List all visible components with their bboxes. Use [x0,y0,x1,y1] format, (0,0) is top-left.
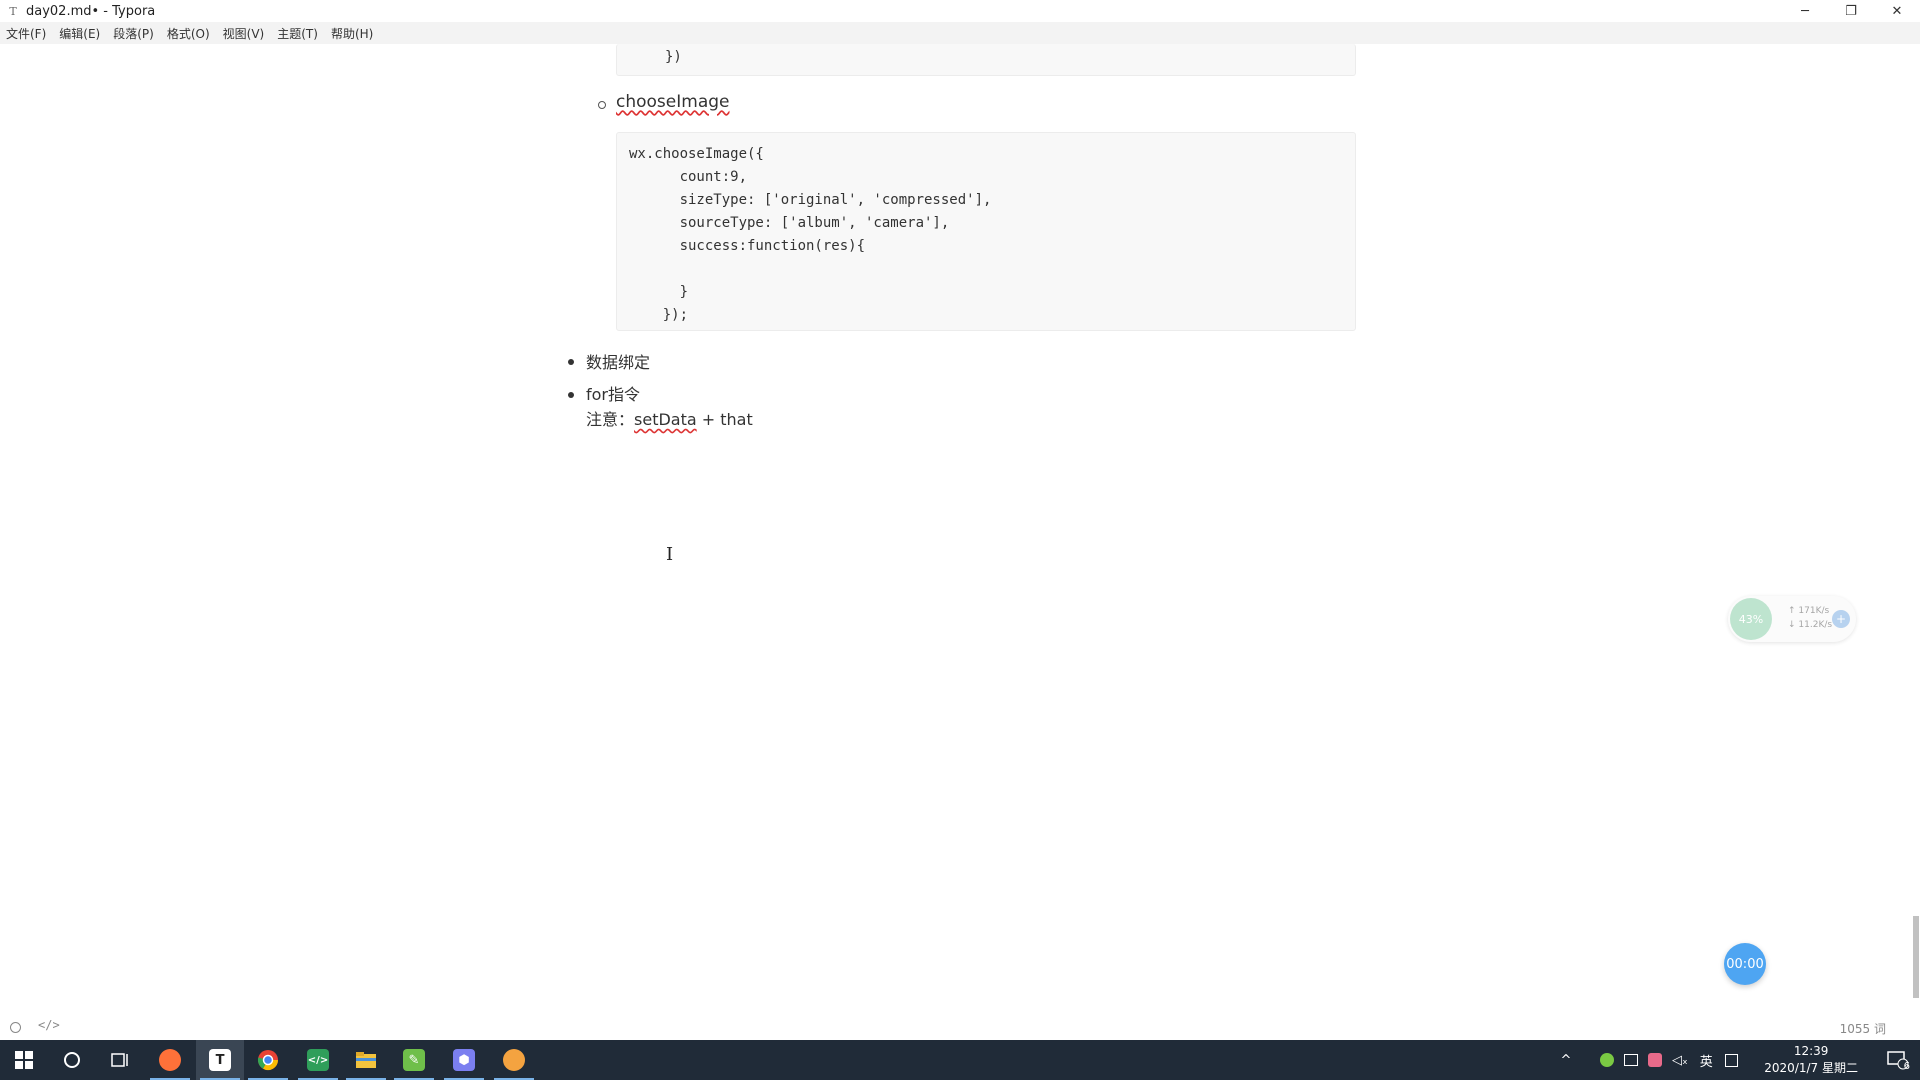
chevron-up-icon: ^ [1560,1052,1572,1068]
windows-logo-icon [15,1051,33,1069]
note-line[interactable]: 注意：setData + that [586,406,753,430]
restore-button[interactable]: ❐ [1828,0,1874,22]
vertical-scrollbar[interactable] [1910,44,1920,1014]
file-explorer-icon [356,1052,376,1068]
menu-paragraph[interactable]: 段落(P) [113,25,154,42]
task-view-icon [111,1053,128,1067]
cortana-circle-icon [64,1052,80,1068]
ime-language-indicator[interactable]: 英 [1700,1051,1713,1070]
taskbar-app-code-editor[interactable]: </> [294,1040,342,1080]
code-block-chooseimage[interactable]: wx.chooseImage({ count:9, sizeType: ['or… [616,132,1356,331]
menu-file[interactable]: 文件(F) [6,25,46,42]
tray-icons: ◁ₓ 英 [1600,1040,1738,1080]
taskbar-app-hex[interactable]: ⬢ [440,1040,488,1080]
window-controls: ─ ❐ ✕ [1782,0,1920,22]
window-title: day02.md• - Typora [26,3,156,19]
firefox-icon [159,1049,181,1071]
network-speed-widget[interactable]: 43% ↑ 171K/s ↓ 11.2K/s + [1728,596,1856,642]
upload-speed: ↑ 171K/s [1788,606,1830,616]
note-code: setData [634,410,697,429]
list-bullet [568,359,574,365]
start-button[interactable] [0,1040,48,1080]
code-main-text: wx.chooseImage({ count:9, sizeType: ['or… [629,146,992,323]
typora-icon: T [209,1049,231,1071]
code-top-text: }) [665,49,682,65]
menu-edit[interactable]: 编辑(E) [59,25,100,42]
search-button[interactable] [48,1040,96,1080]
memory-usage-indicator: 43% [1730,598,1772,640]
taskbar-app-firefox[interactable] [146,1040,194,1080]
network-icon[interactable] [1624,1054,1638,1066]
taskbar-app-file-explorer[interactable] [342,1040,390,1080]
sub-list-bullet [598,101,606,109]
plus-icon[interactable]: + [1832,610,1850,628]
notepad-icon: ✎ [403,1049,425,1071]
chrome-icon [257,1050,279,1071]
close-button[interactable]: ✕ [1874,0,1920,22]
timer-bubble[interactable]: 00:00 [1724,943,1766,985]
menu-view[interactable]: 视图(V) [223,25,265,42]
menu-theme[interactable]: 主题(T) [277,25,318,42]
app-hex-icon: ⬢ [453,1049,475,1071]
list-item-data-binding[interactable]: 数据绑定 [586,349,650,373]
menu-bar: 文件(F) 编辑(E) 段落(P) 格式(O) 视图(V) 主题(T) 帮助(H… [0,22,1920,44]
clock-date: 2020/1/7 星期二 [1764,1061,1858,1075]
status-bar: </> 1055 词 [0,1014,1920,1040]
ime-mode-icon[interactable] [1724,1053,1738,1067]
task-view-button[interactable] [96,1040,144,1080]
scrollbar-thumb[interactable] [1913,916,1919,998]
sub-list-item-chooseimage[interactable]: chooseImage [616,92,729,112]
source-mode-toggle-icon[interactable]: </> [38,1018,60,1032]
taskbar-app-notepad[interactable]: ✎ [390,1040,438,1080]
code-block-top[interactable]: }) [616,44,1356,76]
tray-app-pink-icon[interactable] [1648,1053,1662,1067]
menu-format[interactable]: 格式(O) [167,25,210,42]
note-prefix: 注意： [586,410,635,429]
clock-time: 12:39 [1793,1044,1829,1058]
word-count[interactable]: 1055 词 [1840,1020,1886,1037]
typora-app-icon: T [9,4,17,18]
taskbar-app-typora[interactable]: T [196,1040,244,1080]
minimize-button[interactable]: ─ [1782,0,1828,22]
tray-app-green-icon[interactable] [1600,1053,1614,1067]
title-bar: T day02.md• - Typora ─ ❐ ✕ [0,0,1920,22]
list-item-for-directive[interactable]: for指令 [586,381,640,405]
editor-area[interactable]: }) chooseImage wx.chooseImage({ count:9,… [0,44,1920,1014]
download-speed: ↓ 11.2K/s [1788,620,1833,630]
volume-muted-icon[interactable]: ◁ₓ [1672,1053,1688,1068]
system-clock[interactable]: 12:39 2020/1/7 星期二 [1764,1043,1858,1077]
tray-overflow-button[interactable]: ^ [1556,1040,1576,1080]
menu-help[interactable]: 帮助(H) [331,25,373,42]
taskbar-app-orange[interactable] [490,1040,538,1080]
note-suffix: + that [696,410,753,429]
notification-count: 6 [1903,1061,1910,1072]
list-bullet [568,392,574,398]
taskbar: T </> ✎ ⬢ ^ ◁ₓ 英 12:39 2020/1/7 星期二 6 [0,1040,1920,1080]
code-editor-icon: </> [307,1049,329,1071]
outline-toggle-icon[interactable] [10,1022,21,1033]
speed-readout: ↑ 171K/s ↓ 11.2K/s [1788,604,1832,632]
text-cursor-icon: I [666,544,674,565]
action-center-button[interactable]: 6 [1886,1048,1910,1072]
taskbar-app-chrome[interactable] [244,1040,292,1080]
app-orange-icon [503,1049,525,1071]
